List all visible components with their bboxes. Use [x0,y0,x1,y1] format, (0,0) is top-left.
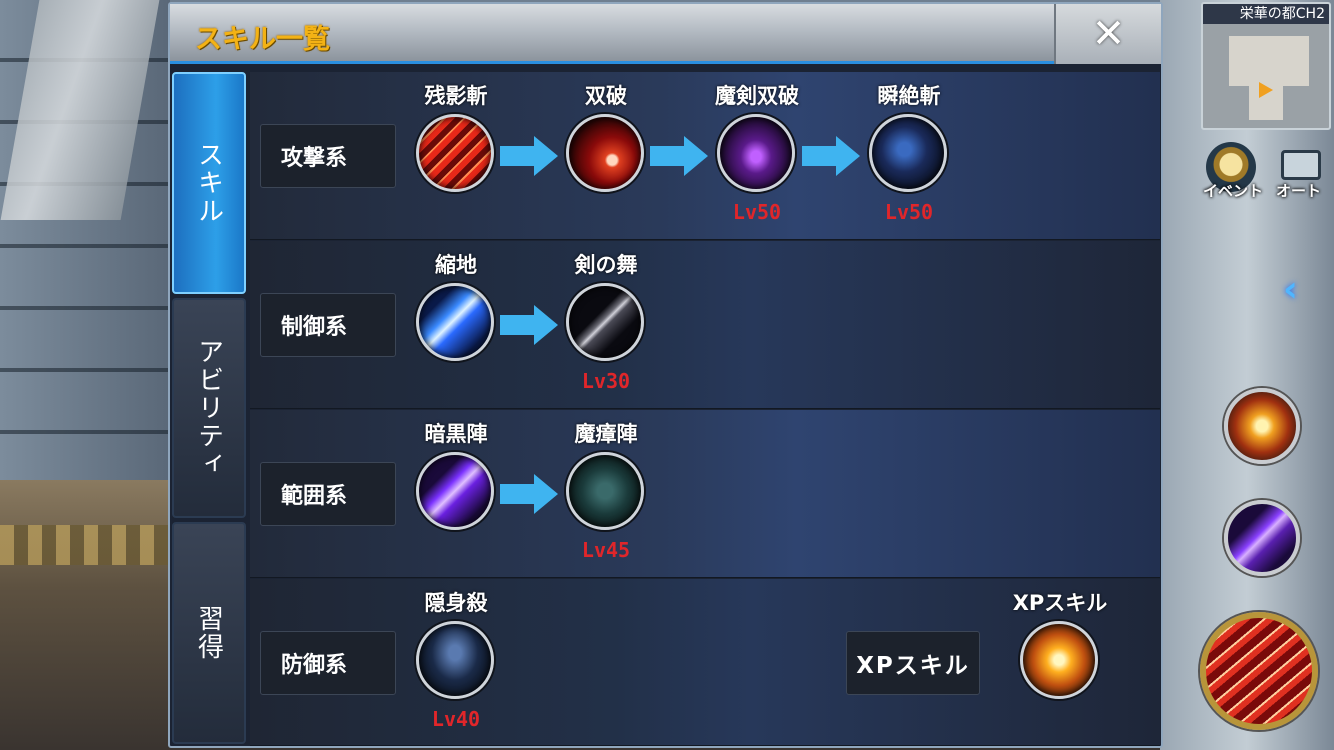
arrow-right-icon [650,136,708,176]
event-label: イベント [1203,182,1264,200]
purple-blade-skill-icon[interactable] [717,114,795,192]
category-label: 防御系 [260,631,396,695]
skill-name: 魔瘴陣 [574,422,638,446]
auto-label: オート [1276,182,1322,200]
blue-dagger-skill-icon[interactable] [416,283,494,361]
arrow-right-icon [500,136,558,176]
minimap[interactable]: 栄華の都CH2 [1201,2,1331,130]
hud-skill-button-fire[interactable] [1224,388,1300,464]
category-label: 制御系 [260,293,396,357]
category-row-area: 範囲系 暗黒陣 魔瘴陣 Lv45 [250,410,1160,578]
skill-name: 双破 [585,84,627,108]
skill-level [416,369,496,391]
category-row-control: 制御系 縮地 剣の舞 Lv30 [250,241,1160,409]
skill-item: 魔瘴陣 Lv45 [566,418,646,562]
category-label: 攻撃系 [260,124,396,188]
skill-level: Lv30 [581,369,631,393]
skill-level: Lv45 [581,538,631,562]
category-row-attack: 攻撃系 残影斬 双破 魔剣双破 Lv50 瞬絶斬 Lv50 [250,72,1160,240]
skill-name: 残影斬 [424,84,488,108]
skill-list-panel: スキル一覧 ✕ スキル アビリティ 習得 攻撃系 残影斬 双破 魔剣双破 Lv5… [168,2,1163,748]
arrow-right-icon [500,474,558,514]
skill-name: 魔剣双破 [715,84,799,108]
skill-name: 縮地 [435,253,477,277]
player-marker-icon [1259,82,1273,98]
tab-learn[interactable]: 習得 [172,522,246,744]
hud-skill-button-spear[interactable] [1224,500,1300,576]
tab-ability[interactable]: アビリティ [172,298,246,518]
dark-sword-skill-icon[interactable] [566,283,644,361]
skill-name: 瞬絶斬 [877,84,941,108]
skill-category-list: 攻撃系 残影斬 双破 魔剣双破 Lv50 瞬絶斬 Lv50 制御系 縮地 剣の舞… [250,72,1160,746]
skill-item: 残影斬 [416,80,496,222]
skill-level: Lv50 [884,200,934,224]
arrow-right-icon [500,305,558,345]
skill-level: Lv50 [732,200,782,224]
tab-skill[interactable]: スキル [172,72,246,294]
skill-item: 隠身殺 Lv40 [416,587,496,731]
skill-level [416,538,496,560]
skill-item: 瞬絶斬 Lv50 [869,80,949,224]
skill-level: Lv40 [431,707,481,731]
skill-level [566,200,646,222]
hud-attack-button[interactable] [1200,612,1318,730]
skill-item: 暗黒陣 [416,418,496,560]
close-button[interactable]: ✕ [1054,4,1161,64]
crimson-crescent-skill-icon[interactable] [566,114,644,192]
skill-name: 剣の舞 [574,253,638,277]
minimap-title: 栄華の都CH2 [1203,4,1329,24]
panel-title: スキル一覧 [195,24,330,55]
side-tabs: スキル アビリティ 習得 [172,72,246,746]
category-row-defense: 防御系 隠身殺 Lv40 XPスキル XPスキル [250,579,1160,746]
chevron-left-icon[interactable]: ‹ [1283,270,1309,310]
background-ornament [0,525,170,565]
panel-titlebar: スキル一覧 ✕ [170,4,1161,64]
arrow-right-icon [802,136,860,176]
skill-level [416,200,496,222]
dark-blue-claw-skill-icon[interactable] [869,114,947,192]
category-label: 範囲系 [260,462,396,526]
red-slash-skill-icon[interactable] [416,114,494,192]
skill-name: 暗黒陣 [424,422,488,446]
skill-item: 双破 [566,80,646,222]
orange-burst-skill-icon[interactable] [1020,621,1098,699]
skill-item: 縮地 [416,249,496,391]
xp-skill-item: XPスキル [1013,587,1107,699]
skill-item: 魔剣双破 Lv50 [715,80,799,224]
teal-miasma-skill-icon[interactable] [566,452,644,530]
skill-name: 隠身殺 [424,591,488,615]
skill-item: 剣の舞 Lv30 [566,249,646,393]
skill-name: XPスキル [1012,591,1108,615]
xp-skill-label: XPスキル [846,631,980,695]
violet-spear-skill-icon[interactable] [416,452,494,530]
hooded-figure-skill-icon[interactable] [416,621,494,699]
